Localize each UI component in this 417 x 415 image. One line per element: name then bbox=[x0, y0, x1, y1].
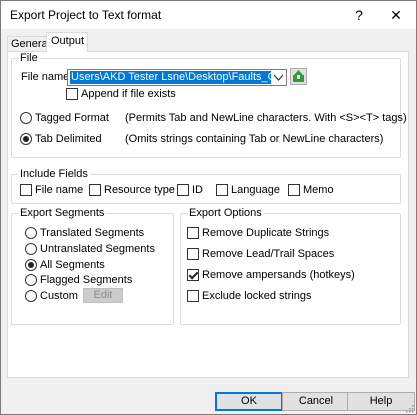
file-name-label: File name: bbox=[21, 71, 73, 83]
export-options-title: Export Options bbox=[187, 207, 264, 219]
tab-delimited-description: (Omits strings containing Tab or NewLine… bbox=[125, 133, 384, 145]
edit-custom-button[interactable]: Edit bbox=[83, 288, 123, 303]
segments-flagged-label: Flagged Segments bbox=[40, 274, 133, 286]
remove-spaces-label: Remove Lead/Trail Spaces bbox=[202, 248, 335, 260]
field-id-label: ID bbox=[192, 184, 203, 196]
help-icon[interactable]: ? bbox=[344, 3, 374, 27]
field-language-checkbox[interactable] bbox=[216, 184, 228, 196]
browse-folder-icon[interactable] bbox=[290, 68, 307, 85]
export-dialog: Export Project to Text format ? ✕ Genera… bbox=[0, 0, 417, 415]
tab-output[interactable]: Output bbox=[46, 32, 88, 52]
field-resource-type-label: Resource type bbox=[104, 184, 175, 196]
file-group-title: File bbox=[18, 52, 40, 64]
field-resource-type-checkbox[interactable] bbox=[89, 184, 101, 196]
segments-translated-radio[interactable] bbox=[25, 227, 37, 239]
export-segments-title: Export Segments bbox=[18, 207, 107, 219]
tab-delimited-radio[interactable] bbox=[20, 133, 32, 145]
remove-spaces-checkbox[interactable] bbox=[187, 248, 199, 260]
remove-duplicates-checkbox[interactable] bbox=[187, 227, 199, 239]
close-icon[interactable]: ✕ bbox=[381, 3, 411, 27]
segments-all-radio[interactable] bbox=[25, 259, 37, 271]
cancel-button[interactable]: Cancel bbox=[282, 392, 350, 411]
field-memo-label: Memo bbox=[303, 184, 334, 196]
help-button[interactable]: Help bbox=[347, 392, 415, 411]
exclude-locked-checkbox[interactable] bbox=[187, 290, 199, 302]
field-id-checkbox[interactable] bbox=[177, 184, 189, 196]
tab-general[interactable]: General bbox=[7, 36, 50, 51]
remove-ampersands-label: Remove ampersands (hotkeys) bbox=[202, 269, 355, 281]
chevron-down-icon[interactable] bbox=[271, 70, 286, 85]
field-file-name-checkbox[interactable] bbox=[20, 184, 32, 196]
title-bar: Export Project to Text format ? ✕ bbox=[1, 1, 416, 29]
segments-all-label: All Segments bbox=[40, 259, 105, 271]
remove-duplicates-label: Remove Duplicate Strings bbox=[202, 227, 330, 239]
file-name-combobox[interactable]: Users\AKD Tester Lsne\Desktop\Faults_Chi… bbox=[67, 69, 287, 86]
segments-flagged-radio[interactable] bbox=[25, 274, 37, 286]
segments-custom-radio[interactable] bbox=[25, 290, 37, 302]
exclude-locked-label: Exclude locked strings bbox=[202, 290, 312, 302]
window-title: Export Project to Text format bbox=[10, 8, 162, 22]
tab-delimited-label: Tab Delimited bbox=[35, 133, 102, 145]
segments-translated-label: Translated Segments bbox=[40, 227, 145, 239]
segments-untranslated-radio[interactable] bbox=[25, 243, 37, 255]
append-if-exists-checkbox[interactable] bbox=[66, 88, 78, 100]
tagged-format-label: Tagged Format bbox=[35, 112, 109, 124]
remove-ampersands-checkbox[interactable] bbox=[187, 269, 199, 281]
field-file-name-label: File name bbox=[35, 184, 84, 196]
file-name-value[interactable]: Users\AKD Tester Lsne\Desktop\Faults_Chi… bbox=[70, 71, 286, 84]
tagged-format-description: (Permits Tab and NewLine characters. Wit… bbox=[125, 112, 407, 124]
segments-custom-label: Custom bbox=[40, 290, 78, 302]
segments-untranslated-label: Untranslated Segments bbox=[40, 243, 155, 255]
ok-button[interactable]: OK bbox=[215, 392, 283, 411]
field-language-label: Language bbox=[231, 184, 280, 196]
tagged-format-radio[interactable] bbox=[20, 112, 32, 124]
include-fields-title: Include Fields bbox=[18, 168, 90, 180]
resize-grip-icon[interactable] bbox=[406, 404, 414, 413]
append-if-exists-label: Append if file exists bbox=[81, 88, 176, 100]
field-memo-checkbox[interactable] bbox=[288, 184, 300, 196]
